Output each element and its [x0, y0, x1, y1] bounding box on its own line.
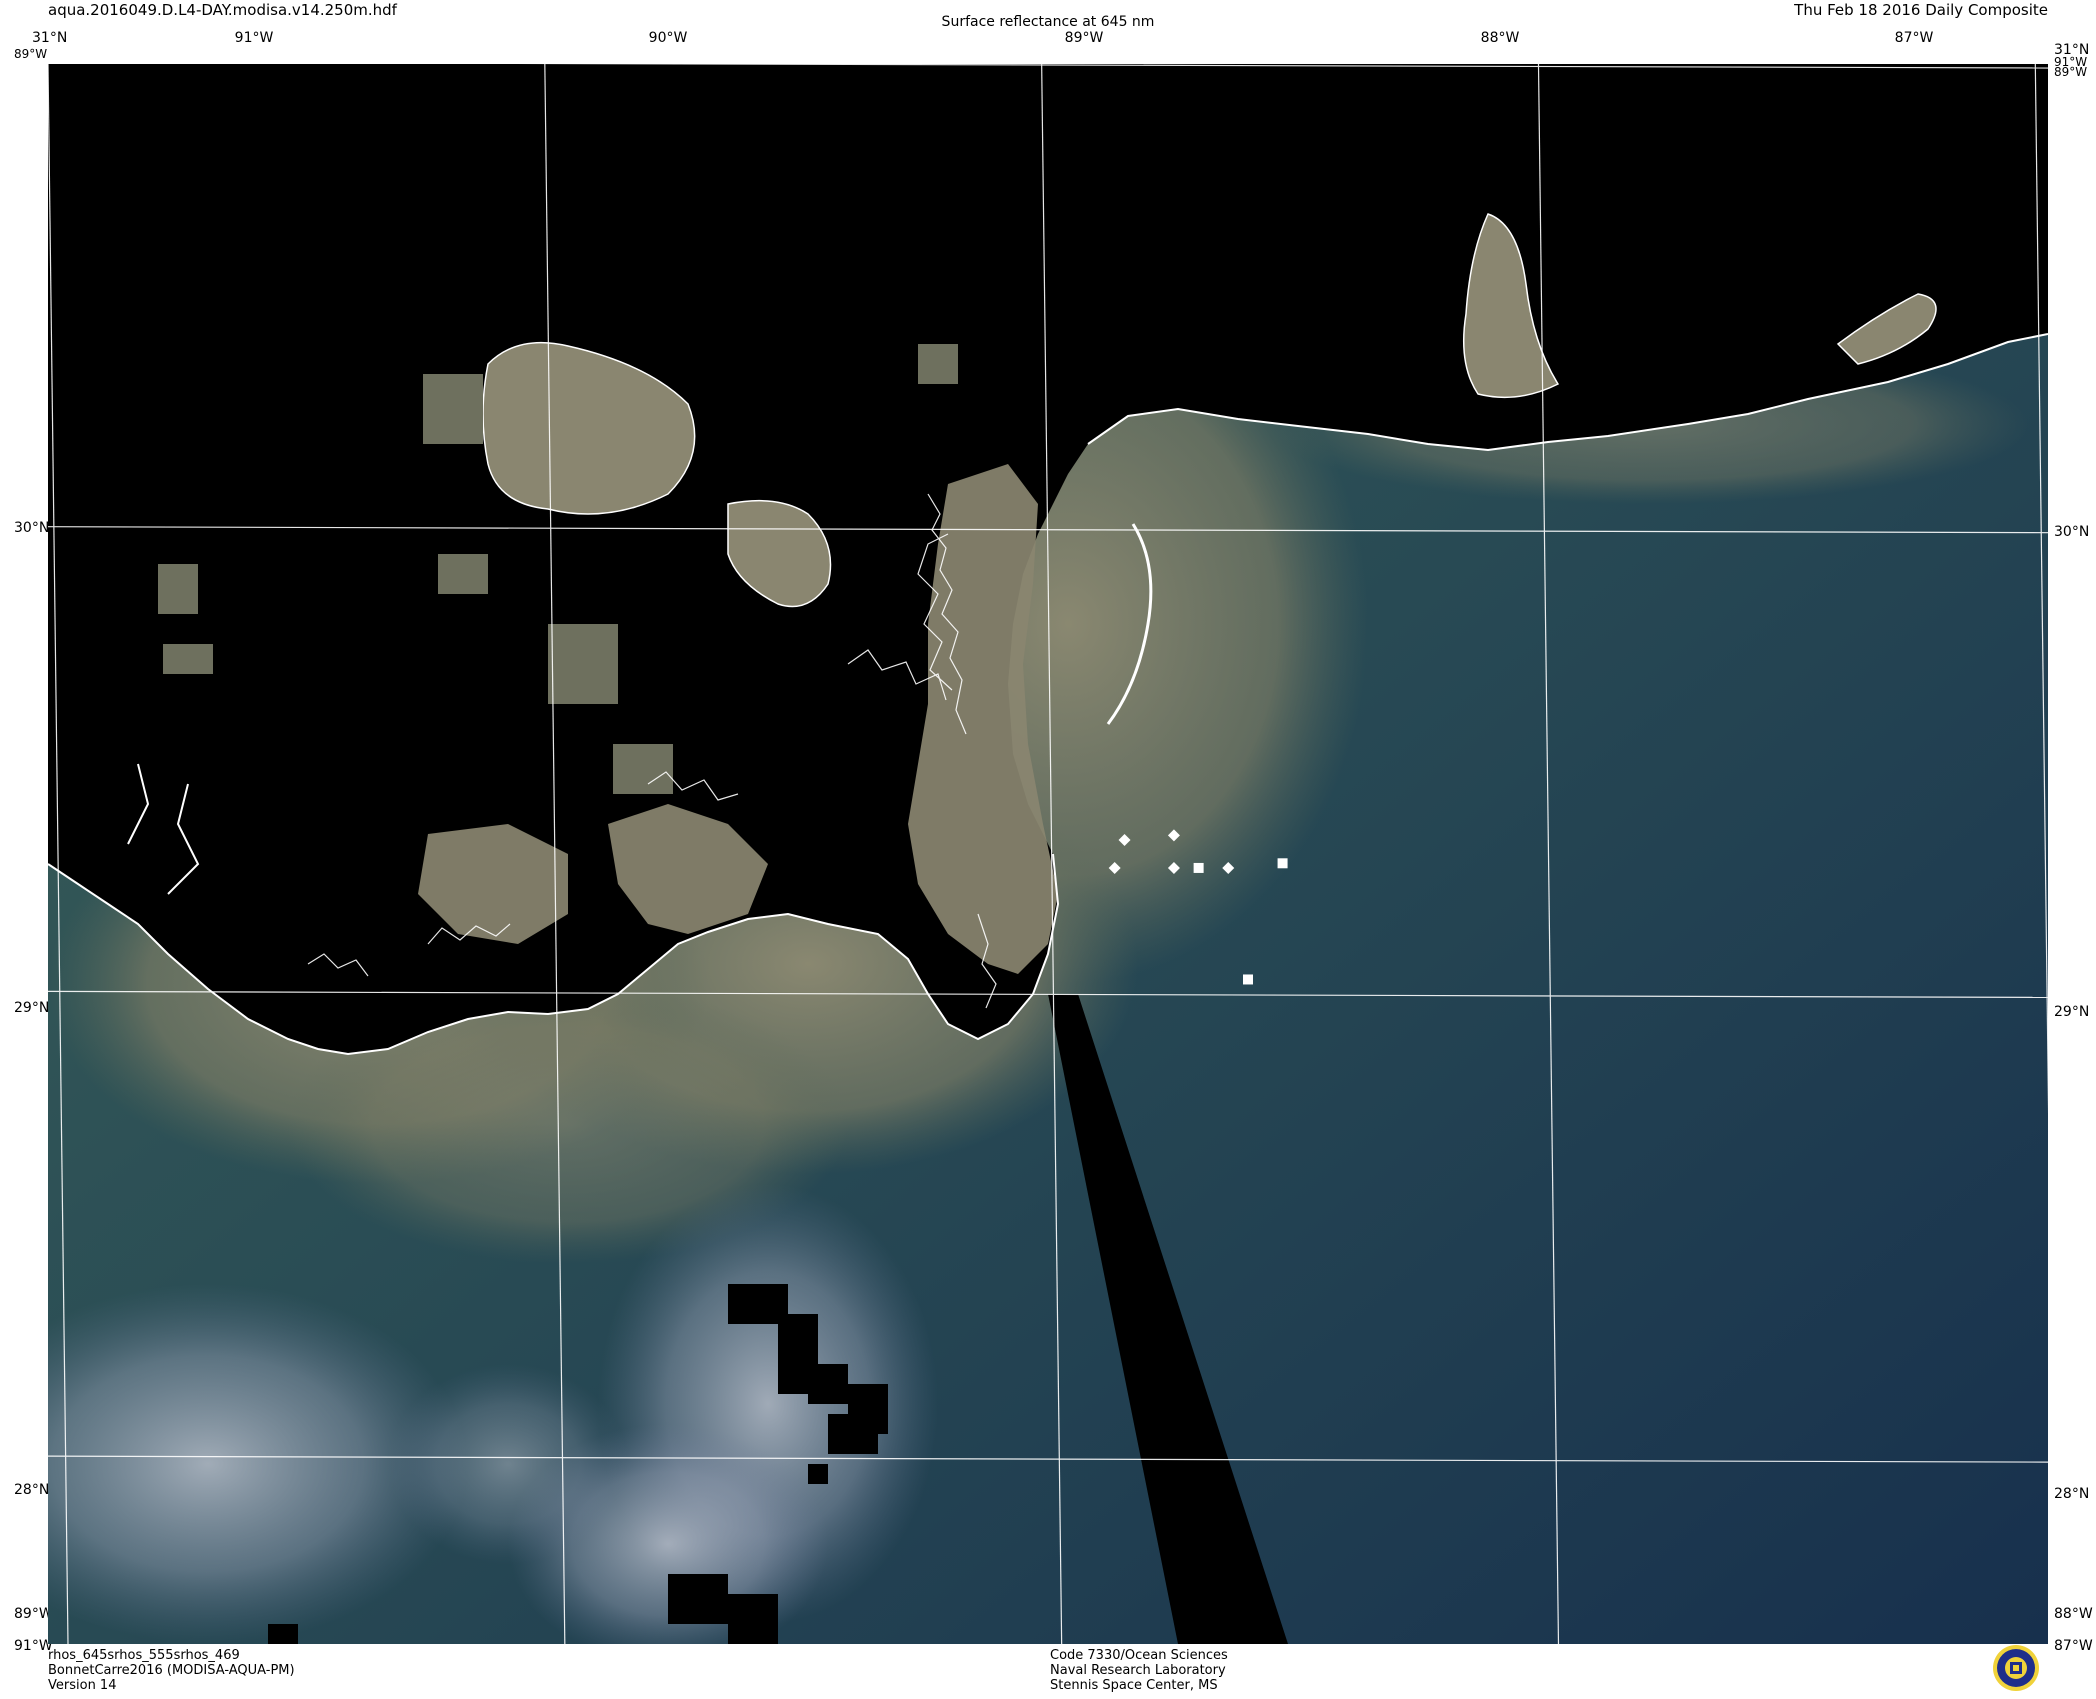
lon-label-88w: 88°W — [1480, 30, 1520, 46]
lon-label-top-right-2: 89°W — [2054, 65, 2088, 79]
station-marker-square — [1243, 974, 1253, 985]
lon-label-87w: 87°W — [1894, 30, 1934, 46]
lon-label-89w: 89°W — [1064, 30, 1104, 46]
footer-left: rhos_645srhos_555srhos_469 BonnetCarre20… — [48, 1648, 295, 1693]
lat-label-30n-left: 30°N — [14, 520, 50, 536]
station-marker-square — [1193, 862, 1204, 873]
lat-label-28n-left: 28°N — [14, 1482, 50, 1498]
footer-center: Code 7330/Ocean Sciences Naval Research … — [1050, 1648, 1228, 1693]
date-label: Thu Feb 18 2016 Daily Composite — [1794, 1, 2048, 19]
lon-label-91w: 91°W — [234, 30, 274, 46]
lat-label-29n-right: 29°N — [2054, 1004, 2090, 1020]
lat-label-bottom-left: 89°W — [14, 1606, 53, 1622]
lat-label-28n-right: 28°N — [2054, 1486, 2090, 1502]
footer-project: BonnetCarre2016 (MODISA-AQUA-PM) — [48, 1663, 295, 1678]
footer-version: Version 14 — [48, 1678, 117, 1693]
lon-label-bottom-left: 91°W — [14, 1638, 53, 1654]
footer-bands: rhos_645srhos_555srhos_469 — [48, 1648, 240, 1663]
lon-label-top-left: 89°W — [14, 47, 48, 61]
lat-label-top-left: 31°N — [32, 30, 68, 46]
lat-label-29n-left: 29°N — [14, 1000, 50, 1016]
satellite-map — [48, 64, 2048, 1644]
lat-label-bottom-right: 88°W — [2054, 1606, 2093, 1622]
product-title: Surface reflectance at 645 nm — [941, 14, 1155, 30]
lon-label-90w: 90°W — [648, 30, 688, 46]
station-marker-square — [1277, 858, 1288, 869]
footer-location: Stennis Space Center, MS — [1050, 1678, 1218, 1693]
file-name: aqua.2016049.D.L4-DAY.modisa.v14.250m.hd… — [48, 1, 397, 19]
lat-label-30n-right: 30°N — [2054, 524, 2090, 540]
nrl-emblem-icon — [1993, 1645, 2039, 1691]
lon-label-bottom-right: 87°W — [2054, 1638, 2093, 1654]
footer-code: Code 7330/Ocean Sciences — [1050, 1648, 1228, 1663]
footer-lab: Naval Research Laboratory — [1050, 1663, 1226, 1678]
